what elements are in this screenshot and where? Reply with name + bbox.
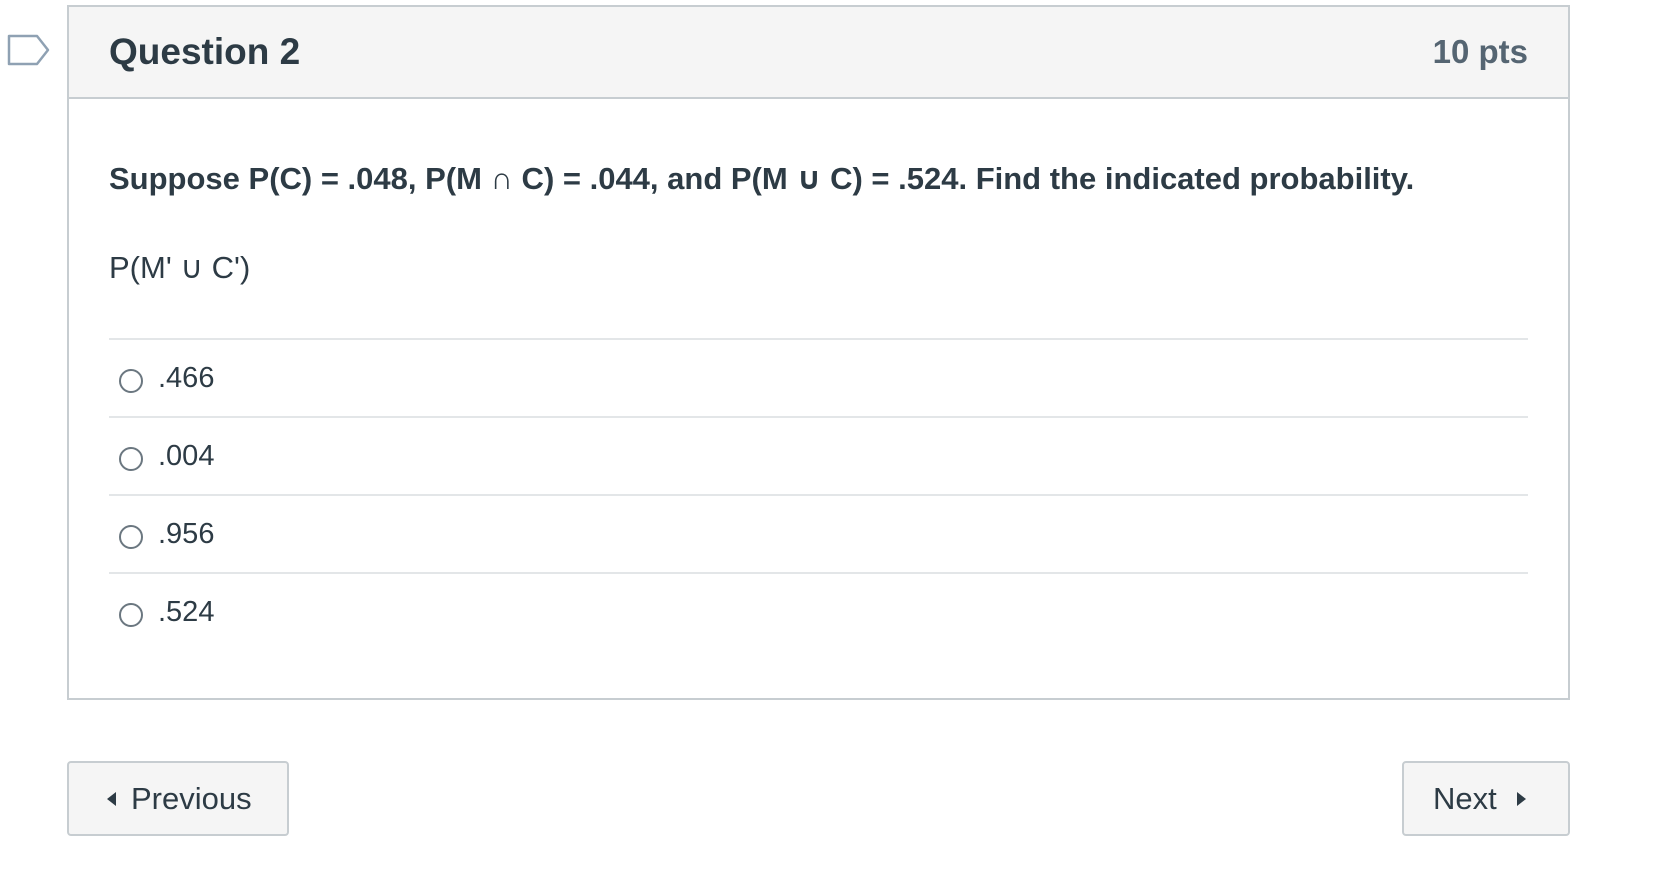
- question-header: Question 2 10 pts: [69, 7, 1568, 99]
- radio-button-icon[interactable]: [119, 525, 143, 549]
- radio-button-icon[interactable]: [119, 603, 143, 627]
- previous-button[interactable]: Previous: [67, 761, 289, 836]
- question-expression: P(M' ∪ C'): [109, 250, 251, 285]
- answer-option[interactable]: .524: [109, 574, 1528, 650]
- question-points: 10 pts: [1432, 33, 1528, 70]
- question-title: Question 2: [109, 31, 301, 72]
- caret-left-icon: [107, 791, 116, 806]
- question-card: Question 2 10 pts Suppose P(C) = .048, P…: [67, 5, 1570, 700]
- previous-label: Previous: [131, 780, 252, 816]
- next-label: Next: [1433, 780, 1497, 816]
- answer-option[interactable]: .466: [109, 340, 1528, 418]
- radio-button-icon[interactable]: [119, 447, 143, 471]
- answer-label: .004: [158, 439, 215, 472]
- answer-label: .466: [158, 361, 215, 394]
- radio-button-icon[interactable]: [119, 369, 143, 393]
- quiz-page: Question 2 10 pts Suppose P(C) = .048, P…: [0, 0, 1664, 880]
- question-body: Suppose P(C) = .048, P(M ∩ C) = .044, an…: [69, 161, 1568, 650]
- caret-right-icon: [1516, 791, 1526, 806]
- answer-option[interactable]: .956: [109, 496, 1528, 574]
- flag-question-icon[interactable]: [7, 34, 51, 66]
- answer-option[interactable]: .004: [109, 418, 1528, 496]
- next-button[interactable]: Next: [1402, 761, 1570, 836]
- answer-label: .956: [158, 517, 215, 550]
- answer-list: .466 .004 .956 .524: [109, 338, 1528, 650]
- question-text: Suppose P(C) = .048, P(M ∩ C) = .044, an…: [109, 161, 1415, 196]
- answer-label: .524: [158, 595, 215, 628]
